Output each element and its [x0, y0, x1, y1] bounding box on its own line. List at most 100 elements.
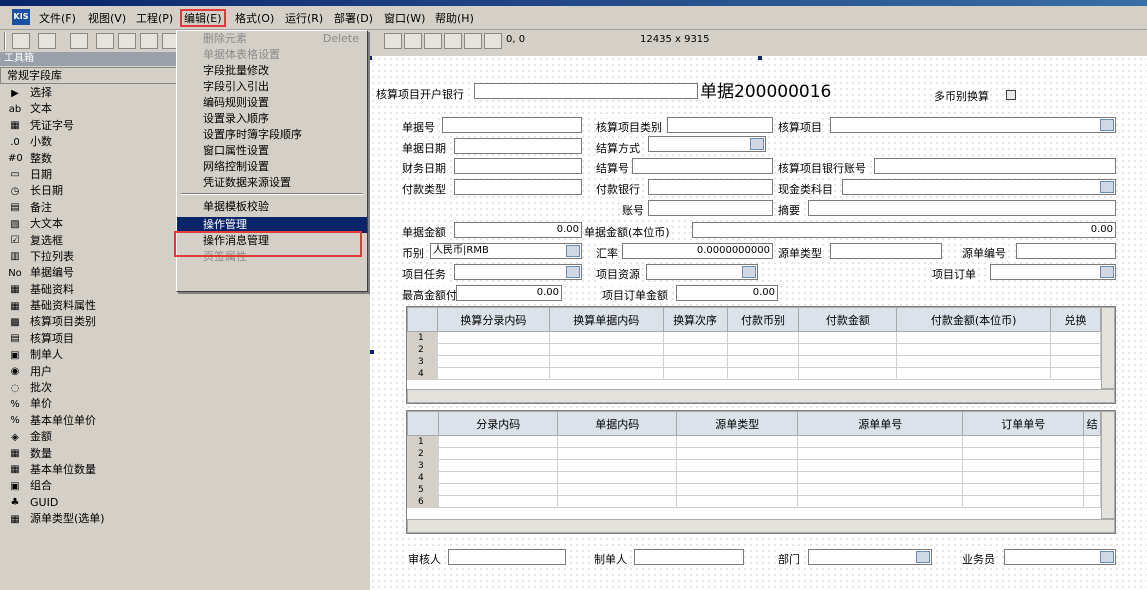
grid-cell[interactable]: [896, 367, 1052, 380]
toolbox-item[interactable]: ▤ 核算项目: [0, 331, 368, 347]
grid-cell[interactable]: [798, 367, 898, 380]
grid-cell[interactable]: [662, 343, 728, 356]
toolbox-item[interactable]: ▣ 制单人: [0, 347, 368, 363]
lookup-icon[interactable]: [1100, 181, 1114, 193]
order-amount-field[interactable]: 0.00: [676, 285, 778, 301]
grid-cell[interactable]: [438, 483, 559, 496]
grid-cell[interactable]: [962, 435, 1085, 448]
design-canvas[interactable]: 核算项目开户银行 单据200000016 多币别换算 单据号 核算项目类别 核算…: [370, 56, 1147, 590]
open-icon[interactable]: [12, 33, 30, 49]
bill-date-field[interactable]: [454, 138, 582, 154]
grid-cell[interactable]: [436, 331, 550, 344]
table-row[interactable]: 3: [407, 355, 1101, 368]
grid-cell[interactable]: [797, 459, 964, 472]
grid-cell[interactable]: [557, 459, 678, 472]
edit-menu-item[interactable]: 窗口属性设置: [177, 143, 367, 159]
reviewer-field[interactable]: [448, 549, 566, 565]
table-row[interactable]: 6: [406, 495, 1101, 508]
lookup-icon[interactable]: [916, 551, 930, 563]
column-header[interactable]: 源单类型: [676, 411, 799, 436]
properties-icon[interactable]: [118, 33, 136, 49]
column-header[interactable]: 分录内码: [438, 411, 559, 436]
grid-cell[interactable]: [1083, 471, 1101, 484]
grid-cell[interactable]: [962, 471, 1085, 484]
grid-cell[interactable]: [662, 355, 728, 368]
grid-cell[interactable]: [962, 447, 1085, 460]
settle-method-field[interactable]: [648, 136, 766, 152]
grid-cell[interactable]: [1083, 459, 1101, 472]
edit-menu-item[interactable]: 网络控制设置: [177, 159, 367, 175]
grid-cell[interactable]: [896, 355, 1052, 368]
project-task-field[interactable]: [454, 264, 582, 280]
grid-cell[interactable]: [798, 355, 898, 368]
column-header[interactable]: 付款币别: [726, 307, 800, 332]
grid-cell[interactable]: [798, 343, 898, 356]
grid-vertical-scrollbar[interactable]: [1101, 411, 1115, 519]
account-field[interactable]: [648, 200, 773, 216]
column-header[interactable]: 订单单号: [962, 411, 1085, 436]
maker-field[interactable]: [634, 549, 744, 565]
menu-file[interactable]: 文件(F): [36, 10, 79, 28]
grid-cell[interactable]: [438, 435, 559, 448]
grid-cell[interactable]: [726, 355, 800, 368]
grid-cell[interactable]: [1083, 483, 1101, 496]
lookup-icon[interactable]: [1100, 266, 1114, 278]
grid-cell[interactable]: [896, 343, 1052, 356]
toolbox-item[interactable]: % 单价: [0, 396, 368, 412]
layout-icon[interactable]: [424, 33, 442, 49]
grid-cell[interactable]: [798, 331, 898, 344]
source-no-field[interactable]: [1016, 243, 1116, 259]
conversion-grid[interactable]: 换算分录内码 换算单据内码 换算次序 付款币别 付款金额 付款金额(本位币) 兑换 1234: [406, 306, 1116, 404]
menu-run[interactable]: 运行(R): [282, 10, 326, 28]
grid-cell[interactable]: [548, 355, 664, 368]
edit-menu-item[interactable]: 编码规则设置: [177, 95, 367, 111]
align-icon[interactable]: [384, 33, 402, 49]
preview-icon[interactable]: [96, 33, 114, 49]
grid-cell[interactable]: [1083, 495, 1101, 508]
menu-view[interactable]: 视图(V): [85, 10, 129, 28]
grid-cell[interactable]: [662, 331, 728, 344]
item-bank-account-field[interactable]: [874, 158, 1116, 174]
settle-no-field[interactable]: [632, 158, 773, 174]
grid-cell[interactable]: [438, 495, 559, 508]
column-header[interactable]: 付款金额(本位币): [896, 307, 1052, 332]
toolbox-item[interactable]: % 基本单位单价: [0, 413, 368, 429]
grid-cell[interactable]: [436, 343, 550, 356]
item-field[interactable]: [830, 117, 1116, 133]
grid-cell[interactable]: [1050, 331, 1101, 344]
edit-menu-item[interactable]: 设置录入顺序: [177, 111, 367, 127]
dept-field[interactable]: [808, 549, 932, 565]
table-row[interactable]: 2: [406, 447, 1101, 460]
multi-currency-checkbox[interactable]: [1006, 90, 1016, 100]
refresh-icon[interactable]: [38, 33, 56, 49]
grid-horizontal-scrollbar[interactable]: [407, 519, 1115, 533]
grid-cell[interactable]: [1050, 343, 1101, 356]
toolbox-item[interactable]: ▣ 组合: [0, 478, 368, 494]
grid-cell[interactable]: [1083, 435, 1101, 448]
grid-cell[interactable]: [797, 435, 964, 448]
pay-bank-field[interactable]: [648, 179, 773, 195]
grid-cell[interactable]: [962, 459, 1085, 472]
column-header[interactable]: 换算次序: [662, 307, 728, 332]
selection-handle[interactable]: [370, 56, 372, 60]
grid-cell[interactable]: [548, 367, 664, 380]
grid-cell[interactable]: [557, 447, 678, 460]
grid-cell[interactable]: [797, 483, 964, 496]
menu-project[interactable]: 工程(P): [133, 10, 176, 28]
menu-format[interactable]: 格式(O): [232, 10, 277, 28]
bill-amount-field[interactable]: 0.00: [454, 222, 582, 238]
grid-cell[interactable]: [896, 331, 1052, 344]
tab-order-icon[interactable]: [484, 33, 502, 49]
table-row[interactable]: 4: [407, 367, 1101, 380]
column-header[interactable]: 换算单据内码: [548, 307, 664, 332]
layout2-icon[interactable]: [444, 33, 462, 49]
grid-horizontal-scrollbar[interactable]: [407, 389, 1115, 403]
toolbox-item[interactable]: ▦ 源单类型(选单): [0, 511, 368, 527]
salesman-field[interactable]: [1004, 549, 1116, 565]
project-order-field[interactable]: [990, 264, 1116, 280]
grid-cell[interactable]: [676, 447, 799, 460]
toolbox-item[interactable]: ◌ 批次: [0, 380, 368, 396]
grid-cell[interactable]: [962, 483, 1085, 496]
toolbox-item[interactable]: ◉ 用户: [0, 364, 368, 380]
grid-cell[interactable]: [1083, 447, 1101, 460]
